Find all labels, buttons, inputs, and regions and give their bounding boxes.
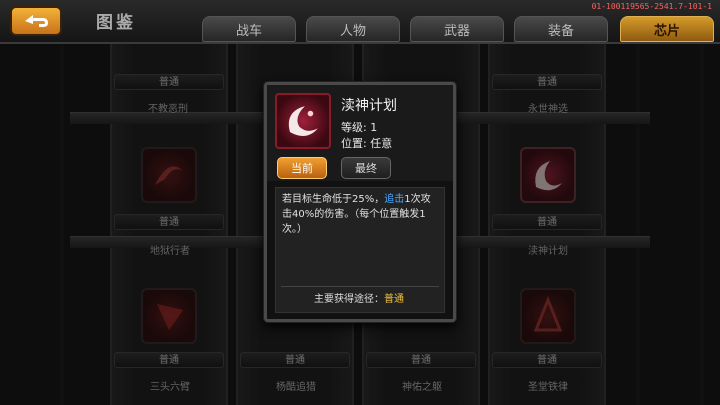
page-title: 图鉴: [96, 13, 136, 33]
chip-icon: [275, 93, 331, 149]
chip-detail-popup: 渎神计划 等级: 1 位置: 任意 当前 最终 若目标生命低于25%，追击1次攻…: [264, 82, 456, 322]
tab-vehicle[interactable]: 战车: [202, 16, 296, 42]
chip-level: 等级: 1: [341, 121, 378, 134]
chip-position: 位置: 任意: [341, 137, 393, 150]
source-value: 普通: [384, 294, 404, 305]
back-arrow-icon: [25, 15, 48, 27]
version-code: 01-100119565-2541.7-101-1: [591, 2, 712, 11]
tab-weapon[interactable]: 武器: [410, 16, 504, 42]
chip-name: 渎神计划: [341, 98, 397, 114]
back-button[interactable]: [10, 6, 62, 36]
current-level-button[interactable]: 当前: [277, 157, 327, 179]
top-bar: 图鉴 01-100119565-2541.7-101-1 战车 人物 武器 装备…: [0, 0, 720, 44]
desc-text: 若目标生命低于25%，: [282, 194, 385, 205]
tab-chip[interactable]: 芯片: [620, 16, 714, 42]
tab-character[interactable]: 人物: [306, 16, 400, 42]
source-label: 主要获得途径：: [314, 294, 384, 305]
tab-equipment[interactable]: 装备: [514, 16, 608, 42]
divider: [281, 286, 439, 287]
source-line: 主要获得途径：普通: [267, 290, 451, 305]
desc-keyword: 追击: [384, 194, 405, 205]
final-level-button[interactable]: 最终: [341, 157, 391, 179]
popup-header: 渎神计划 等级: 1 位置: 任意 当前 最终: [267, 85, 453, 181]
